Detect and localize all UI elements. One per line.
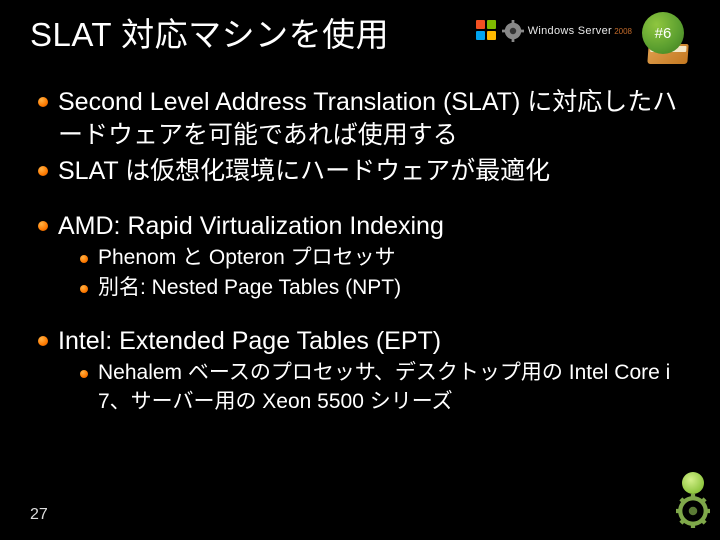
sub-bullet-text: Phenom と Opteron プロセッサ — [98, 246, 396, 269]
slide-number-badge: #6 — [642, 12, 690, 64]
slide-title: SLAT 対応マシンを使用 — [30, 8, 389, 56]
bullet-list: Second Level Address Translation (SLAT) … — [30, 86, 690, 188]
corner-decoration — [652, 472, 712, 532]
bullet-list: AMD: Rapid Virtualization Indexing Pheno… — [30, 210, 690, 303]
badge-number: #6 — [642, 12, 684, 54]
sub-bullet-list: Phenom と Opteron プロセッサ 別名: Nested Page T… — [58, 244, 690, 303]
bullet-text: SLAT は仮想化環境にハードウェアが最適化 — [58, 157, 550, 185]
header-right-group: Windows Server 2008 #6 — [476, 12, 690, 64]
slide: SLAT 対応マシンを使用 Windows Server 2008 #6 Sec… — [0, 0, 720, 540]
bullet-item: Intel: Extended Page Tables (EPT) Nehale… — [58, 325, 690, 416]
bullet-item: SLAT は仮想化環境にハードウェアが最適化 — [58, 155, 690, 188]
logo-main: Windows Server — [528, 25, 612, 37]
windows-server-logo: Windows Server 2008 — [476, 20, 632, 42]
sub-bullet-text: Nehalem ベースのプロセッサ、デスクトップ用の Intel Core i … — [98, 361, 670, 412]
windows-flag-icon — [476, 20, 498, 42]
sub-bullet-item: Nehalem ベースのプロセッサ、デスクトップ用の Intel Core i … — [98, 359, 690, 416]
bullet-text: Second Level Address Translation (SLAT) … — [58, 88, 677, 149]
logo-sub: 2008 — [612, 27, 632, 36]
logo-text: Windows Server 2008 — [528, 25, 632, 37]
bullet-text: Intel: Extended Page Tables (EPT) — [58, 327, 441, 355]
gear-icon — [676, 494, 710, 528]
sub-bullet-text: 別名: Nested Page Tables (NPT) — [98, 276, 401, 299]
sub-bullet-list: Nehalem ベースのプロセッサ、デスクトップ用の Intel Core i … — [58, 359, 690, 416]
gear-icon — [502, 20, 524, 42]
lightbulb-icon — [682, 472, 704, 494]
bullet-item: Second Level Address Translation (SLAT) … — [58, 86, 690, 151]
bullet-list: Intel: Extended Page Tables (EPT) Nehale… — [30, 325, 690, 416]
slide-header: SLAT 対応マシンを使用 Windows Server 2008 #6 — [30, 8, 690, 64]
sub-bullet-item: 別名: Nested Page Tables (NPT) — [98, 274, 690, 302]
sub-bullet-item: Phenom と Opteron プロセッサ — [98, 244, 690, 272]
bullet-item: AMD: Rapid Virtualization Indexing Pheno… — [58, 210, 690, 303]
page-number: 27 — [30, 506, 48, 524]
bullet-text: AMD: Rapid Virtualization Indexing — [58, 212, 444, 240]
